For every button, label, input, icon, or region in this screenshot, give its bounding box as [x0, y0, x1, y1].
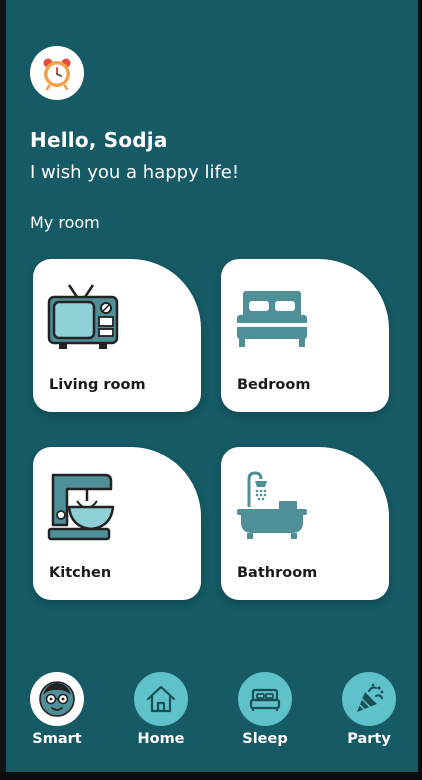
room-card-kitchen[interactable]: Kitchen [33, 447, 201, 600]
room-label: Bathroom [237, 565, 318, 581]
smart-face-icon [39, 681, 75, 717]
party-popper-icon [357, 683, 384, 712]
nav-icon-circle [238, 672, 292, 726]
nav-label: Party [347, 731, 391, 747]
room-card-living-room[interactable]: Living room [33, 259, 201, 412]
nav-label: Home [137, 731, 185, 747]
room-card-bedroom[interactable]: Bedroom [221, 259, 389, 412]
window-edge [0, 0, 6, 772]
my-room-heading: My room [30, 213, 100, 232]
nav-item-smart[interactable]: Smart [17, 672, 97, 747]
bottom-nav: Smart Home Sleep Party [0, 672, 418, 752]
nav-icon-circle [342, 672, 396, 726]
bed-icon [249, 688, 281, 711]
nav-item-sleep[interactable]: Sleep [225, 672, 305, 747]
avatar[interactable] [30, 46, 84, 100]
room-label: Living room [49, 377, 146, 393]
room-label: Kitchen [49, 565, 112, 581]
alarm-clock-icon [43, 58, 71, 91]
nav-icon-circle [134, 672, 188, 726]
room-label: Bedroom [237, 377, 311, 393]
bathtub-icon [237, 471, 307, 539]
greeting-subtitle: I wish you a happy life! [30, 162, 240, 183]
nav-item-party[interactable]: Party [329, 672, 409, 747]
greeting-title: Hello, Sodja [30, 128, 168, 152]
nav-icon-circle [30, 672, 84, 726]
nav-label: Smart [32, 731, 82, 747]
nav-item-home[interactable]: Home [121, 672, 201, 747]
bed-icon [237, 291, 307, 347]
home-icon [146, 685, 176, 713]
nav-label: Sleep [242, 731, 288, 747]
stand-mixer-icon [47, 473, 115, 541]
tv-icon [47, 284, 119, 349]
room-card-bathroom[interactable]: Bathroom [221, 447, 389, 600]
app-screen: Hello, Sodja I wish you a happy life! My… [0, 0, 418, 772]
